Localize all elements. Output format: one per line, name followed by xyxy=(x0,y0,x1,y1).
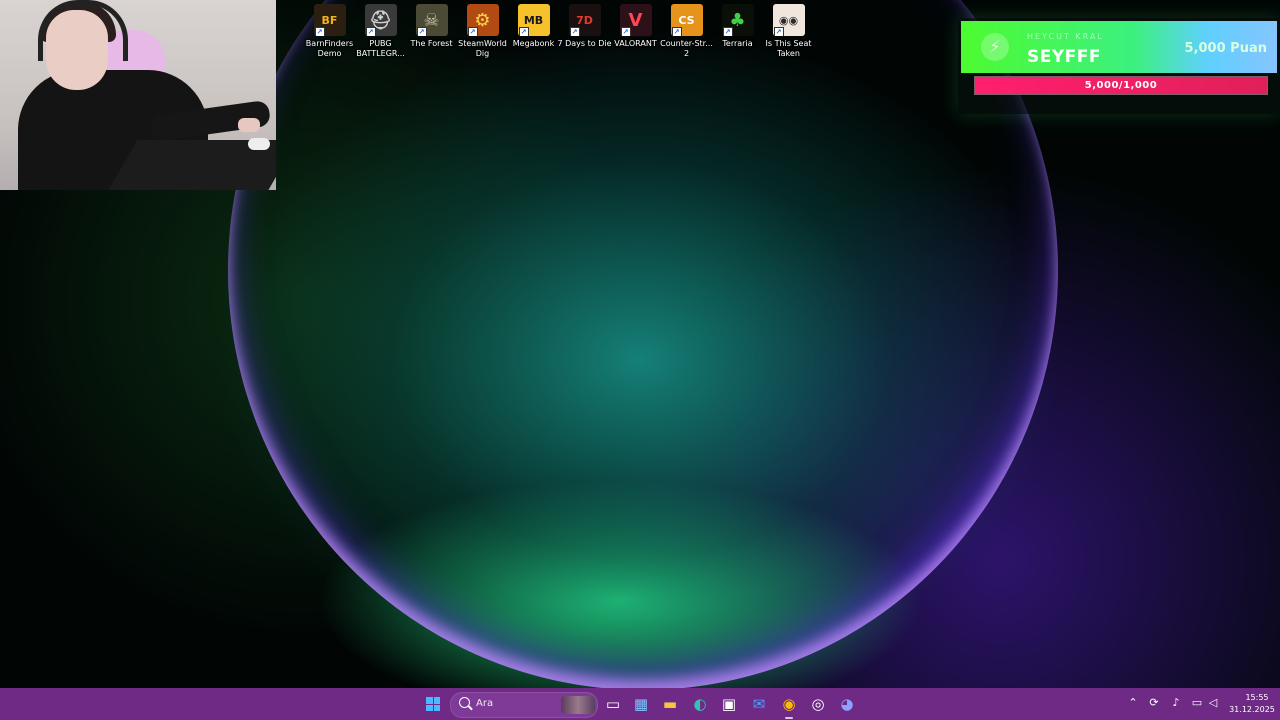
widget-progress-bar: 5,000/1,000 xyxy=(974,76,1268,95)
desktop-icon[interactable]: ☠ ↗ The Forest xyxy=(406,4,457,58)
widget-progress-text: 5,000/1,000 xyxy=(1084,80,1158,91)
lightning-bolt-icon: ⚡ xyxy=(981,33,1009,61)
start-button[interactable] xyxy=(421,692,445,716)
desktop-icon-label: Counter-Str... 2 xyxy=(660,39,713,58)
clock-date[interactable]: 31.12.2025 xyxy=(1224,705,1280,714)
widgets-icon: ▦ xyxy=(633,695,649,713)
search-highlight-image xyxy=(561,696,595,714)
store-bag-icon: ▣ xyxy=(721,695,737,713)
edge-button[interactable]: ◐ xyxy=(688,692,712,716)
search-icon xyxy=(459,697,470,708)
shortcut-arrow-icon: ↗ xyxy=(569,27,580,36)
edge-icon: ◐ xyxy=(693,695,707,713)
shortcut-arrow-icon: ↗ xyxy=(518,27,529,36)
windows-logo-icon xyxy=(426,697,440,711)
widget-username: SEYFFF xyxy=(1027,47,1102,67)
desktop-icon-label: BarnFinders Demo xyxy=(305,39,354,58)
stream-alert-widget: ⚡ HEYCUT KRAL SEYFFF 5,000 Puan 5,000/1,… xyxy=(958,18,1280,114)
chrome-icon: ◉ xyxy=(782,695,796,713)
shortcut-arrow-icon: ↗ xyxy=(620,27,631,36)
desktop-icon[interactable]: V ↗ VALORANT xyxy=(610,4,661,58)
widget-points: 5,000 Puan xyxy=(1184,41,1267,56)
desktop-icon-label: Terraria xyxy=(722,39,753,48)
folder-icon: ▬ xyxy=(662,695,678,713)
desktop-icon-label: Is This Seat Taken xyxy=(765,39,812,58)
is-this-seat-taken-icon: ◉◉ ↗ xyxy=(772,4,805,36)
mail-icon: ✉ xyxy=(752,695,766,713)
desktop-icon[interactable]: CS ↗ Counter-Str... 2 xyxy=(660,4,713,58)
counter-strike-icon: CS ↗ xyxy=(670,4,703,36)
pubg-helmet-icon: ⛑ ↗ xyxy=(364,4,397,36)
shortcut-arrow-icon: ↗ xyxy=(671,27,682,36)
clock-time[interactable]: 15:55 xyxy=(1234,693,1280,702)
desktop-icon[interactable]: ♣ ↗ Terraria xyxy=(712,4,763,58)
microphone-icon[interactable]: ♪ xyxy=(1169,696,1183,710)
network-icon[interactable]: ▭ xyxy=(1190,696,1204,710)
taskbar: Ara ▭ ▦ ▬ ◐ ▣ ✉ ◉ ◎ ◕ ⌃ ⟳ ♪ ▭ ◁ 15:55 31.12.2025 xyxy=(0,688,1280,720)
obs-button[interactable]: ◎ xyxy=(806,692,830,716)
7-days-to-die-icon: 7D ↗ xyxy=(568,4,601,36)
desktop-icon-label: SteamWorld Dig xyxy=(458,39,507,58)
webcam-overlay xyxy=(0,0,276,190)
obs-icon: ◎ xyxy=(811,695,825,713)
headset xyxy=(38,0,128,61)
terraria-tree-icon: ♣ ↗ xyxy=(721,4,754,36)
mouse xyxy=(248,138,270,150)
search-placeholder: Ara xyxy=(476,698,494,709)
desktop-icon-label: The Forest xyxy=(410,39,453,48)
mail-button[interactable]: ✉ xyxy=(747,692,771,716)
shortcut-arrow-icon: ↗ xyxy=(722,27,733,36)
store-button[interactable]: ▣ xyxy=(717,692,741,716)
chevron-up-icon[interactable]: ⌃ xyxy=(1126,696,1140,710)
shortcut-arrow-icon: ↗ xyxy=(467,27,478,36)
the-forest-icon: ☠ ↗ xyxy=(415,4,448,36)
desktop-icon-label: VALORANT xyxy=(614,39,657,48)
file-explorer-button[interactable]: ▬ xyxy=(658,692,682,716)
desktop-icon[interactable]: ◉◉ ↗ Is This Seat Taken xyxy=(763,4,814,58)
desktop-icon[interactable]: 7D ↗ 7 Days to Die xyxy=(557,4,612,58)
discord-icon: ◕ xyxy=(840,695,854,713)
desktop-icon[interactable]: ⛑ ↗ PUBG BATTLEGR... xyxy=(355,4,406,58)
desktop-icon[interactable]: ⚙ ↗ SteamWorld Dig xyxy=(457,4,508,58)
desktop-icon[interactable]: BF ↗ BarnFinders Demo xyxy=(304,4,355,58)
widget-banner: ⚡ HEYCUT KRAL SEYFFF 5,000 Puan xyxy=(961,21,1277,73)
desktop-icon-label: Megabonk xyxy=(512,39,555,48)
valorant-icon: V ↗ xyxy=(619,4,652,36)
sync-icon[interactable]: ⟳ xyxy=(1147,696,1161,710)
shortcut-arrow-icon: ↗ xyxy=(365,27,376,36)
task-view-icon: ▭ xyxy=(605,695,621,713)
shortcut-arrow-icon: ↗ xyxy=(314,27,325,36)
desktop-icon-label: PUBG BATTLEGR... xyxy=(356,39,405,58)
steamworld-dig-icon: ⚙ ↗ xyxy=(466,4,499,36)
discord-button[interactable]: ◕ xyxy=(835,692,859,716)
desktop-icon-label: 7 Days to Die xyxy=(557,39,612,48)
taskbar-search-box[interactable]: Ara xyxy=(450,692,598,718)
widgets-button[interactable]: ▦ xyxy=(629,692,653,716)
chrome-button[interactable]: ◉ xyxy=(777,692,801,719)
desktop-icon[interactable]: MB ↗ Megabonk xyxy=(508,4,559,58)
streamer-hand xyxy=(238,118,260,132)
shortcut-arrow-icon: ↗ xyxy=(416,27,427,36)
volume-icon[interactable]: ◁ xyxy=(1206,696,1220,710)
desktop-icon-row: BF ↗ BarnFinders Demo ⛑ ↗ PUBG BATTLEGR... ☠ ↗ T… xyxy=(304,4,814,58)
barnfinders-icon: BF ↗ xyxy=(313,4,346,36)
task-view-button[interactable]: ▭ xyxy=(601,692,625,716)
widget-subtitle: HEYCUT KRAL xyxy=(1027,32,1104,41)
shortcut-arrow-icon: ↗ xyxy=(773,27,784,36)
megabonk-icon: MB ↗ xyxy=(517,4,550,36)
